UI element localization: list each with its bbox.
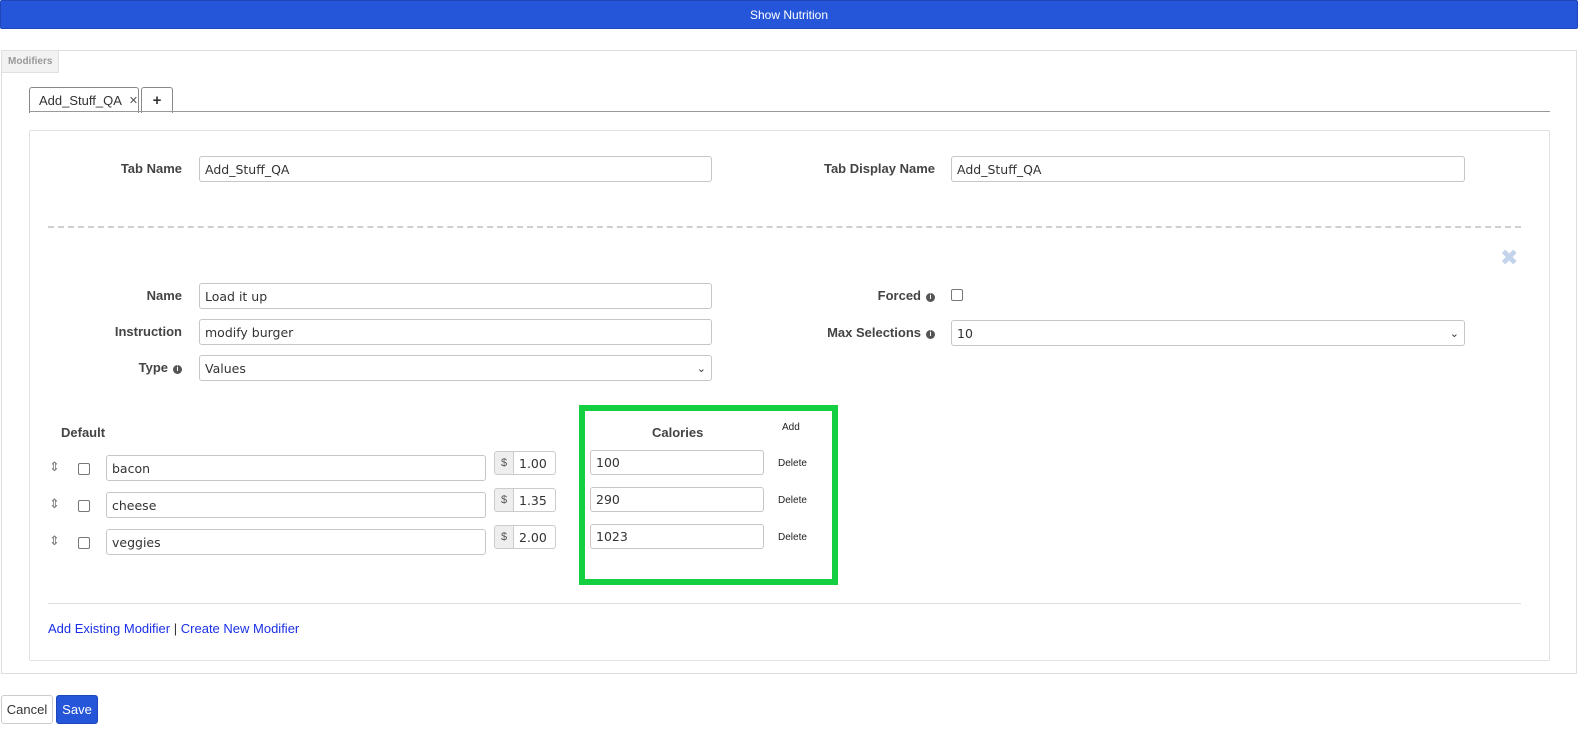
default-checkbox[interactable] — [78, 500, 90, 512]
cancel-label: Cancel — [6, 702, 48, 717]
instruction-label: Instruction — [114, 324, 182, 339]
modifier-links: Add Existing Modifier | Create New Modif… — [48, 621, 299, 636]
tab-name-input[interactable]: Add_Stuff_QA — [199, 156, 712, 182]
info-icon[interactable]: i — [926, 330, 935, 339]
value-name-input[interactable]: cheese — [106, 492, 486, 518]
chevron-down-icon: ⌄ — [1449, 326, 1459, 340]
type-label-group: Type i — [60, 360, 182, 375]
show-nutrition-button[interactable]: Show Nutrition — [0, 0, 1578, 29]
max-selections-select[interactable]: 10 ⌄ — [951, 320, 1465, 346]
value-name-input[interactable]: veggies — [106, 529, 486, 555]
add-tab-button[interactable]: + — [141, 87, 173, 113]
link-separator: | — [173, 621, 178, 636]
tab-name-value: Add_Stuff_QA — [205, 161, 290, 177]
type-select[interactable]: Values ⌄ — [199, 355, 712, 381]
tab-display-name-label: Tab Display Name — [823, 161, 935, 176]
value-name: cheese — [112, 497, 157, 513]
price-value: 1.35 — [519, 492, 547, 508]
max-selections-label: Max Selections — [827, 325, 921, 340]
price-input[interactable]: 1.00 — [514, 451, 556, 475]
name-input[interactable]: Load it up — [199, 283, 712, 309]
save-button[interactable]: Save — [56, 695, 98, 724]
default-column-header: Default — [61, 425, 106, 440]
calories-highlight-box — [579, 405, 838, 585]
type-label: Type — [138, 360, 168, 375]
footer-divider — [48, 603, 1521, 604]
show-nutrition-label: Show Nutrition — [749, 7, 829, 22]
close-icon[interactable]: ✕ — [129, 94, 138, 107]
price-input[interactable]: 2.00 — [514, 525, 556, 549]
forced-label: Forced — [877, 288, 921, 303]
chevron-down-icon: ⌄ — [696, 361, 706, 375]
tab-add-stuff-qa[interactable]: Add_Stuff_QA ✕ — [29, 87, 139, 113]
currency-addon: $ — [494, 488, 514, 512]
info-icon[interactable]: i — [926, 293, 935, 302]
tab-label: Add_Stuff_QA — [39, 93, 122, 108]
forced-label-group: Forced i — [760, 288, 935, 303]
price-input[interactable]: 1.35 — [514, 488, 556, 512]
modifiers-panel-label: Modifiers — [1, 50, 60, 73]
currency-addon: $ — [494, 451, 514, 475]
default-checkbox[interactable] — [78, 463, 90, 475]
add-existing-modifier-link[interactable]: Add Existing Modifier — [48, 621, 170, 636]
currency-addon: $ — [494, 525, 514, 549]
name-value: Load it up — [205, 288, 268, 304]
value-name: bacon — [112, 460, 151, 476]
info-icon[interactable]: i — [173, 365, 182, 374]
instruction-input[interactable]: modify burger — [199, 319, 712, 345]
value-name-input[interactable]: bacon — [106, 455, 486, 481]
tab-display-name-value: Add_Stuff_QA — [957, 161, 1042, 177]
forced-checkbox[interactable] — [951, 289, 963, 301]
cancel-button[interactable]: Cancel — [1, 695, 53, 724]
instruction-value: modify burger — [205, 324, 294, 340]
drag-handle-icon[interactable]: ⇕ — [49, 496, 60, 512]
max-selections-label-group: Max Selections i — [760, 325, 935, 340]
tab-strip-divider — [29, 111, 1550, 112]
plus-icon: + — [152, 92, 162, 109]
tab-display-name-input[interactable]: Add_Stuff_QA — [951, 156, 1465, 182]
drag-handle-icon[interactable]: ⇕ — [49, 533, 60, 549]
price-value: 1.00 — [519, 455, 547, 471]
default-checkbox[interactable] — [78, 537, 90, 549]
max-selections-value: 10 — [957, 325, 973, 341]
close-icon[interactable]: ✖ — [1500, 245, 1518, 271]
create-new-modifier-link[interactable]: Create New Modifier — [181, 621, 300, 636]
section-divider — [48, 226, 1521, 228]
price-value: 2.00 — [519, 529, 547, 545]
save-label: Save — [62, 702, 92, 717]
tab-name-label: Tab Name — [120, 161, 182, 176]
drag-handle-icon[interactable]: ⇕ — [49, 459, 60, 475]
type-value: Values — [205, 360, 246, 376]
name-label: Name — [146, 288, 182, 303]
value-name: veggies — [112, 534, 161, 550]
